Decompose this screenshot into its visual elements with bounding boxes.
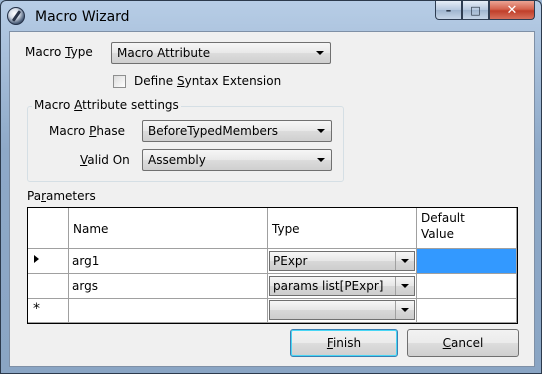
minimize-icon: – xyxy=(445,3,452,17)
param-type-cell[interactable]: params list[PExpr] xyxy=(268,274,417,299)
macro-phase-select[interactable]: BeforeTypedMembers xyxy=(142,120,332,142)
valid-on-select[interactable]: Assembly xyxy=(142,149,332,171)
param-name-cell[interactable]: arg1 xyxy=(69,249,268,274)
title-bar[interactable]: Macro Wizard – □ ✕ xyxy=(1,1,541,31)
window-title: Macro Wizard xyxy=(35,9,130,25)
close-button[interactable]: ✕ xyxy=(489,1,535,20)
grid-corner-header[interactable] xyxy=(28,208,69,249)
parameters-grid[interactable]: Name Type Default Value arg1 PExpr args … xyxy=(27,207,518,324)
param-type-select[interactable]: PExpr xyxy=(269,251,415,271)
close-icon: ✕ xyxy=(506,2,518,18)
caption-buttons: – □ ✕ xyxy=(435,1,535,21)
row-header[interactable] xyxy=(28,249,69,274)
new-param-type-cell[interactable] xyxy=(268,299,417,323)
chevron-down-icon[interactable] xyxy=(395,277,414,295)
new-param-name-cell[interactable] xyxy=(69,299,268,323)
macro-type-select[interactable]: Macro Attribute xyxy=(111,42,331,64)
finish-button[interactable]: Finish xyxy=(290,329,398,357)
param-default-cell-selected[interactable] xyxy=(417,249,517,274)
new-param-default-cell[interactable] xyxy=(417,299,517,323)
macro-type-value: Macro Attribute xyxy=(117,46,211,60)
maximize-button[interactable]: □ xyxy=(462,1,489,20)
dialog-client-area: Macro Type Macro Attribute Define Syntax… xyxy=(9,31,535,367)
row-header-new[interactable]: * xyxy=(28,299,69,323)
new-row-asterisk-icon: * xyxy=(33,301,40,317)
chevron-down-icon xyxy=(317,158,325,162)
param-name-cell[interactable]: args xyxy=(69,274,268,299)
column-header-default-value[interactable]: Default Value xyxy=(417,208,517,249)
valid-on-label: Valid On xyxy=(80,153,130,167)
syntax-extension-label[interactable]: Define Syntax Extension xyxy=(134,74,281,88)
new-param-type-select[interactable] xyxy=(269,300,415,320)
app-icon[interactable] xyxy=(7,7,25,25)
macro-wizard-window: Macro Wizard – □ ✕ Macro Type Macro Attr… xyxy=(0,0,542,374)
syntax-extension-checkbox[interactable] xyxy=(113,75,126,88)
param-type-select[interactable]: params list[PExpr] xyxy=(269,276,415,296)
maximize-icon: □ xyxy=(470,3,481,17)
minimize-button[interactable]: – xyxy=(435,1,462,20)
macro-phase-value: BeforeTypedMembers xyxy=(148,124,279,138)
macro-phase-label: Macro Phase xyxy=(49,124,125,138)
valid-on-value: Assembly xyxy=(148,153,206,167)
row-header[interactable] xyxy=(28,274,69,299)
macro-type-label: Macro Type xyxy=(25,45,93,59)
param-type-value: PExpr xyxy=(273,254,308,268)
chevron-down-icon[interactable] xyxy=(395,252,414,270)
chevron-down-icon xyxy=(316,51,324,55)
column-header-name[interactable]: Name xyxy=(69,208,268,249)
param-default-cell[interactable] xyxy=(417,274,517,299)
cancel-button[interactable]: Cancel xyxy=(407,329,519,357)
chevron-down-icon xyxy=(317,129,325,133)
attribute-settings-title: Macro Attribute settings xyxy=(32,98,181,112)
current-row-arrow-icon xyxy=(34,255,39,263)
param-type-value: params list[PExpr] xyxy=(273,279,384,293)
param-type-cell[interactable]: PExpr xyxy=(268,249,417,274)
chevron-down-icon[interactable] xyxy=(395,301,414,319)
column-header-type[interactable]: Type xyxy=(268,208,417,249)
parameters-label: Parameters xyxy=(27,189,96,203)
